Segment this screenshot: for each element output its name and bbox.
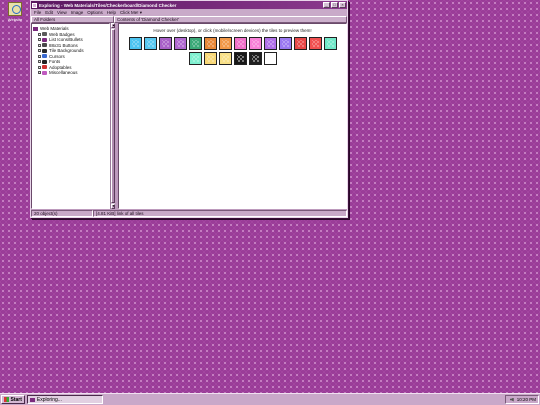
pane-headers: All Folders Contents of 'Diamond Checker…: [31, 16, 347, 23]
taskbar-item-exploring[interactable]: Exploring...: [26, 395, 103, 404]
magnifier-icon: [8, 2, 22, 16]
speaker-icon[interactable]: [509, 397, 514, 402]
tile-swatch[interactable]: [248, 52, 262, 65]
tree-scrollbar[interactable]: ▲ ▼: [110, 23, 115, 209]
tree-item-label: Adoptables: [49, 64, 72, 70]
tree-item-label: 88x31 Buttons: [49, 42, 78, 48]
title-bar[interactable]: Exploring - Web Materials/Tiles/Checkerb…: [31, 1, 347, 9]
expand-icon[interactable]: +: [38, 60, 41, 64]
tree-item-label: Cursors: [49, 53, 65, 59]
window-title: Exploring - Web Materials/Tiles/Checkerb…: [39, 2, 177, 8]
contents-pane: Hover over (desktop), or click (mobile/s…: [118, 23, 347, 209]
menu-item-edit[interactable]: Edit: [45, 10, 53, 15]
folder-icon: [42, 70, 47, 75]
expand-icon[interactable]: +: [38, 71, 41, 75]
status-bar: 20 object(s) [4.81 KiB] link of all tile…: [31, 210, 347, 217]
start-button[interactable]: Start: [1, 395, 25, 404]
folder-icon: [42, 65, 47, 70]
tree-root-label: Web Materials: [40, 26, 69, 32]
tree-item-label: Miscellaneous: [49, 70, 78, 76]
tree-item-label: Tile Backgrounds: [49, 48, 84, 54]
maximize-button[interactable]: □: [331, 2, 338, 8]
folder-icon: [33, 26, 38, 31]
window-icon: [32, 2, 37, 8]
tile-swatch[interactable]: [158, 37, 172, 50]
expand-icon[interactable]: +: [38, 49, 41, 53]
status-object-count: 20 object(s): [31, 210, 93, 217]
menu-bar: File Edit View Image Options Help Click Me! ▾: [31, 9, 347, 16]
scroll-up-arrow-icon[interactable]: ▲: [111, 23, 115, 28]
tile-swatch[interactable]: [188, 52, 202, 65]
folder-icon: [42, 54, 47, 59]
scroll-down-arrow-icon[interactable]: ▼: [111, 204, 115, 209]
expand-icon[interactable]: +: [38, 38, 41, 42]
tree-item-label: Fonts: [49, 59, 61, 65]
tile-swatch[interactable]: [143, 37, 157, 50]
tree-item[interactable]: + Miscellaneous: [33, 70, 108, 76]
explorer-window: Exploring - Web Materials/Tiles/Checkerb…: [30, 0, 348, 218]
menu-item-options[interactable]: Options: [87, 10, 103, 15]
tree-item-label: List Icons/Bullets: [49, 37, 83, 43]
tile-grid: [128, 36, 338, 66]
taskbar: Start Exploring... 10:20 PM: [0, 393, 540, 405]
menu-item-help[interactable]: Help: [107, 10, 116, 15]
folder-icon: [42, 32, 47, 37]
tile-swatch[interactable]: [323, 37, 337, 50]
desktop-icon-label: Website: [7, 17, 23, 22]
windows-logo-icon: [4, 397, 9, 402]
tile-swatch[interactable]: [233, 37, 247, 50]
tile-swatch[interactable]: [263, 37, 277, 50]
expand-icon[interactable]: +: [38, 32, 41, 36]
contents-header: Contents of 'Diamond Checker': [114, 16, 347, 23]
status-link[interactable]: [4.81 KiB] link of all tiles: [93, 210, 347, 217]
panes: Web Materials + Web Badges + List Icons/Bul…: [31, 23, 347, 209]
menu-item-file[interactable]: File: [34, 10, 41, 15]
tile-swatch[interactable]: [173, 37, 187, 50]
tile-swatch[interactable]: [203, 52, 217, 65]
clock: 10:20 PM: [516, 397, 536, 402]
tile-swatch[interactable]: [188, 37, 202, 50]
tile-swatch[interactable]: [233, 52, 247, 65]
tile-swatch[interactable]: [263, 52, 277, 65]
folder-icon: [42, 59, 47, 64]
taskbar-item-label: Exploring...: [36, 396, 62, 403]
tile-swatch[interactable]: [203, 37, 217, 50]
tile-swatch[interactable]: [218, 52, 232, 65]
scroll-thumb[interactable]: [111, 29, 115, 203]
instruction-text: Hover over (desktop), or click (mobile/s…: [153, 28, 312, 33]
menu-item-view[interactable]: View: [57, 10, 67, 15]
tree-item-label: Web Badges: [49, 31, 75, 37]
tile-swatch[interactable]: [293, 37, 307, 50]
start-label: Start: [10, 396, 22, 403]
tile-swatch[interactable]: [278, 37, 292, 50]
expand-icon[interactable]: +: [38, 65, 41, 69]
menu-item-click-me[interactable]: Click Me! ▾: [120, 10, 142, 16]
desktop-icon-website[interactable]: Website: [3, 2, 27, 22]
folder-icon: [29, 397, 35, 402]
menu-item-image[interactable]: Image: [71, 10, 84, 15]
all-folders-header: All Folders: [31, 16, 114, 23]
folder-icon: [42, 48, 47, 53]
expand-icon[interactable]: +: [38, 43, 41, 47]
tile-swatch[interactable]: [128, 37, 142, 50]
close-button[interactable]: ×: [339, 2, 346, 8]
expand-icon[interactable]: +: [38, 54, 41, 58]
system-tray: 10:20 PM: [505, 395, 539, 404]
minimize-button[interactable]: _: [323, 2, 330, 8]
tile-swatch[interactable]: [308, 37, 322, 50]
tile-swatch[interactable]: [248, 37, 262, 50]
folder-icon: [42, 37, 47, 42]
folder-tree: Web Materials + Web Badges + List Icons/Bul…: [32, 24, 109, 78]
folder-icon: [42, 43, 47, 48]
folder-tree-pane: Web Materials + Web Badges + List Icons/Bul…: [31, 23, 110, 209]
tile-swatch[interactable]: [218, 37, 232, 50]
